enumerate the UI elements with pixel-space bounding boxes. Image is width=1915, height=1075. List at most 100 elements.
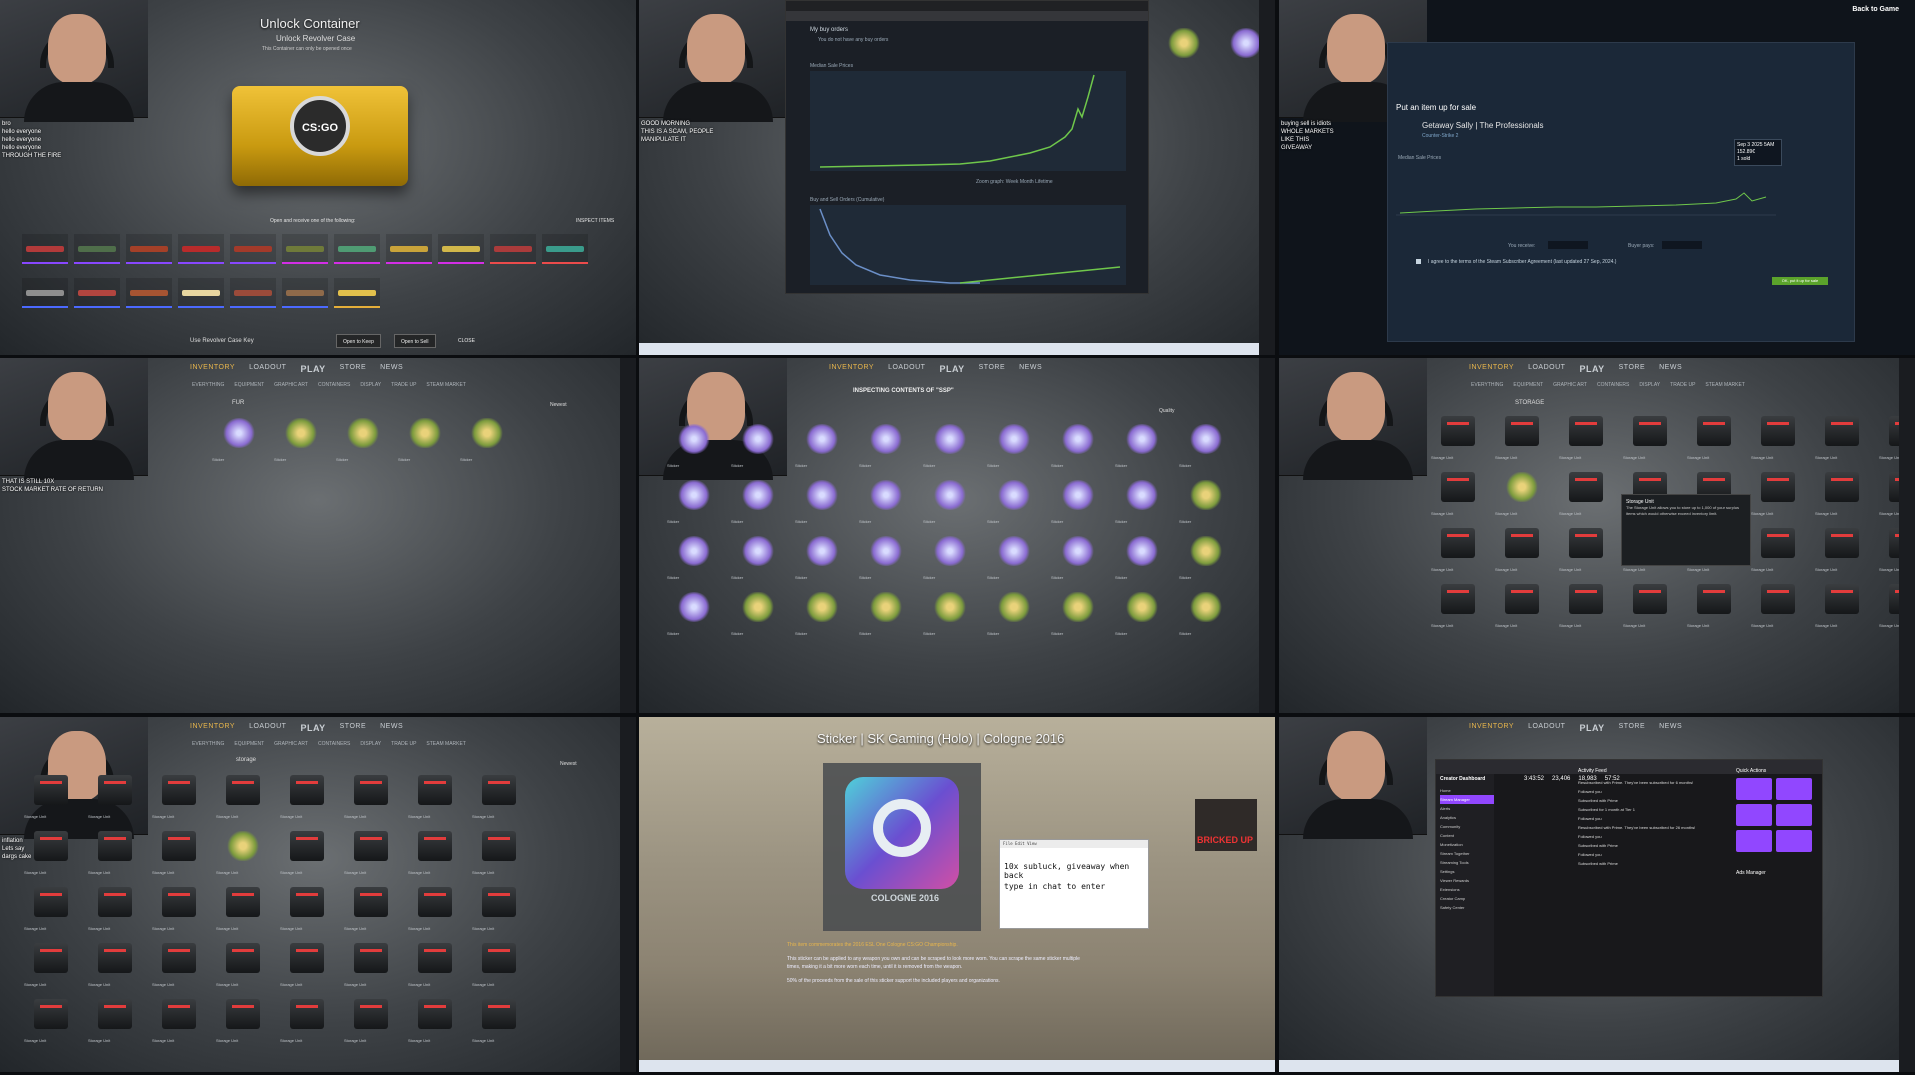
inventory-tile[interactable]: Storage Unit [150, 939, 208, 989]
inventory-tile[interactable]: Sticker [1049, 420, 1107, 470]
inventory-tile[interactable]: Sticker [985, 476, 1043, 526]
subnav-item[interactable]: EQUIPMENT [1513, 382, 1543, 388]
subnav-item[interactable]: DISPLAY [360, 382, 381, 388]
inspect-items-button[interactable]: INSPECT ITEMS [576, 218, 614, 224]
inventory-tile[interactable]: Storage Unit [1429, 524, 1487, 574]
inventory-tile[interactable]: Storage Unit [1493, 524, 1551, 574]
nav-inventory[interactable]: INVENTORY [1469, 364, 1514, 374]
inventory-tile[interactable]: Sticker [857, 532, 915, 582]
inventory-tile[interactable]: Sticker [1177, 532, 1235, 582]
nav-inventory[interactable]: INVENTORY [190, 723, 235, 733]
sidebar-item[interactable]: Viewer Rewards [1440, 876, 1494, 885]
inventory-tile[interactable]: Storage Unit [342, 939, 400, 989]
inventory-tile[interactable]: Storage Unit [1685, 412, 1743, 462]
weapon-tile[interactable] [178, 278, 224, 308]
weapon-tile[interactable] [438, 234, 484, 264]
inventory-tile[interactable]: Sticker [1049, 588, 1107, 638]
inventory-tile[interactable]: Storage Unit [278, 995, 336, 1045]
inventory-tile[interactable]: Storage Unit [1493, 412, 1551, 462]
weapon-tile[interactable] [22, 278, 68, 308]
inventory-tile[interactable]: Storage Unit [86, 883, 144, 933]
inventory-tile[interactable]: Sticker [1113, 588, 1171, 638]
nav-store[interactable]: STORE [340, 723, 367, 733]
inventory-tile[interactable]: Storage Unit [150, 827, 208, 877]
weapon-tile[interactable] [334, 278, 380, 308]
sort-dropdown[interactable]: Newest [550, 402, 567, 408]
inventory-tile[interactable]: Storage Unit [1813, 468, 1871, 518]
nav-inventory[interactable]: INVENTORY [829, 364, 874, 374]
inventory-tile[interactable]: Storage Unit [342, 771, 400, 821]
inventory-tile[interactable]: Sticker [985, 588, 1043, 638]
price-chart[interactable] [1396, 163, 1776, 223]
nav-loadout[interactable]: LOADOUT [888, 364, 925, 374]
weapon-tile[interactable] [230, 278, 276, 308]
nav-store[interactable]: STORE [979, 364, 1006, 374]
inventory-tile[interactable]: Storage Unit [22, 771, 80, 821]
clip-button[interactable] [1776, 830, 1812, 852]
subnav-item[interactable]: CONTAINERS [1597, 382, 1629, 388]
inventory-tile[interactable]: Sticker [1049, 476, 1107, 526]
inventory-tile[interactable]: Storage Unit [1557, 524, 1615, 574]
close-button[interactable]: CLOSE [452, 334, 481, 348]
subnav-item[interactable]: EQUIPMENT [234, 741, 264, 747]
inventory-tile[interactable]: Sticker [272, 414, 330, 464]
inventory-tile[interactable]: Sticker [729, 476, 787, 526]
nav-loadout[interactable]: LOADOUT [249, 723, 286, 733]
subnav-item[interactable]: GRAPHIC ART [274, 741, 308, 747]
star-button[interactable] [1736, 830, 1772, 852]
inventory-tile[interactable]: Storage Unit [1557, 412, 1615, 462]
inventory-tile[interactable]: Storage Unit [342, 995, 400, 1045]
nav-play[interactable]: PLAY [939, 364, 964, 374]
inventory-tile[interactable]: Sticker [665, 476, 723, 526]
median-price-chart[interactable] [810, 71, 1126, 171]
inventory-tile[interactable]: Sticker [1113, 420, 1171, 470]
nav-play[interactable]: PLAY [1579, 364, 1604, 374]
inventory-tile[interactable]: Sticker [793, 588, 851, 638]
subnav-item[interactable]: GRAPHIC ART [274, 382, 308, 388]
sort-dropdown[interactable]: Quality [1159, 408, 1175, 414]
nav-store[interactable]: STORE [1619, 364, 1646, 374]
inventory-tile[interactable]: Storage Unit [470, 771, 528, 821]
nav-store[interactable]: STORE [1619, 723, 1646, 733]
subnav-item[interactable]: CONTAINERS [318, 382, 350, 388]
inventory-tile[interactable]: Storage Unit [1621, 580, 1679, 630]
inventory-tile[interactable]: Storage Unit [278, 883, 336, 933]
inventory-tile[interactable]: Storage Unit [342, 827, 400, 877]
inventory-tile[interactable]: Storage Unit [278, 827, 336, 877]
inventory-tile[interactable]: Storage Unit [22, 939, 80, 989]
search-input[interactable]: storage [236, 757, 256, 763]
notepad-menu[interactable]: File Edit View [1000, 840, 1148, 848]
raid-button[interactable] [1736, 804, 1772, 826]
inventory-tile[interactable]: Storage Unit [1813, 580, 1871, 630]
zoom-label[interactable]: Zoom graph: Week Month Lifetime [976, 179, 1053, 185]
inventory-tile[interactable]: Sticker [921, 532, 979, 582]
inventory-tile[interactable]: Storage Unit [470, 995, 528, 1045]
buyer-pays-input[interactable] [1662, 241, 1702, 249]
nav-news[interactable]: NEWS [1659, 723, 1682, 733]
weapon-tile[interactable] [74, 234, 120, 264]
subnav-item[interactable]: TRADE UP [1670, 382, 1695, 388]
subnav-item[interactable]: DISPLAY [1639, 382, 1660, 388]
weapon-tile[interactable] [74, 278, 120, 308]
address-bar[interactable] [786, 11, 1148, 21]
windows-taskbar[interactable] [639, 1060, 1275, 1072]
inventory-tile[interactable]: Storage Unit [278, 771, 336, 821]
subnav-item[interactable]: CONTAINERS [318, 741, 350, 747]
inventory-tile[interactable]: Storage Unit [214, 883, 272, 933]
inventory-tile[interactable]: Sticker [921, 420, 979, 470]
inventory-tile[interactable]: Sticker [921, 476, 979, 526]
weapon-tile[interactable] [490, 234, 536, 264]
inventory-tile[interactable]: Sticker [1113, 532, 1171, 582]
weapon-tile[interactable] [386, 234, 432, 264]
sidebar-item[interactable]: Streaming Tools [1440, 858, 1494, 867]
sidebar-item[interactable]: Alerts [1440, 804, 1494, 813]
add-mod-button[interactable] [1776, 804, 1812, 826]
inventory-tile[interactable]: Storage Unit [86, 827, 144, 877]
sidebar-item[interactable]: Extensions [1440, 885, 1494, 894]
nav-inventory[interactable]: INVENTORY [190, 364, 235, 374]
inventory-tile[interactable]: Storage Unit [1493, 580, 1551, 630]
weapon-tile[interactable] [22, 234, 68, 264]
inventory-tile[interactable]: Storage Unit [150, 883, 208, 933]
inventory-tile[interactable]: Storage Unit [214, 939, 272, 989]
subnav-item[interactable]: STEAM MARKET [426, 741, 465, 747]
